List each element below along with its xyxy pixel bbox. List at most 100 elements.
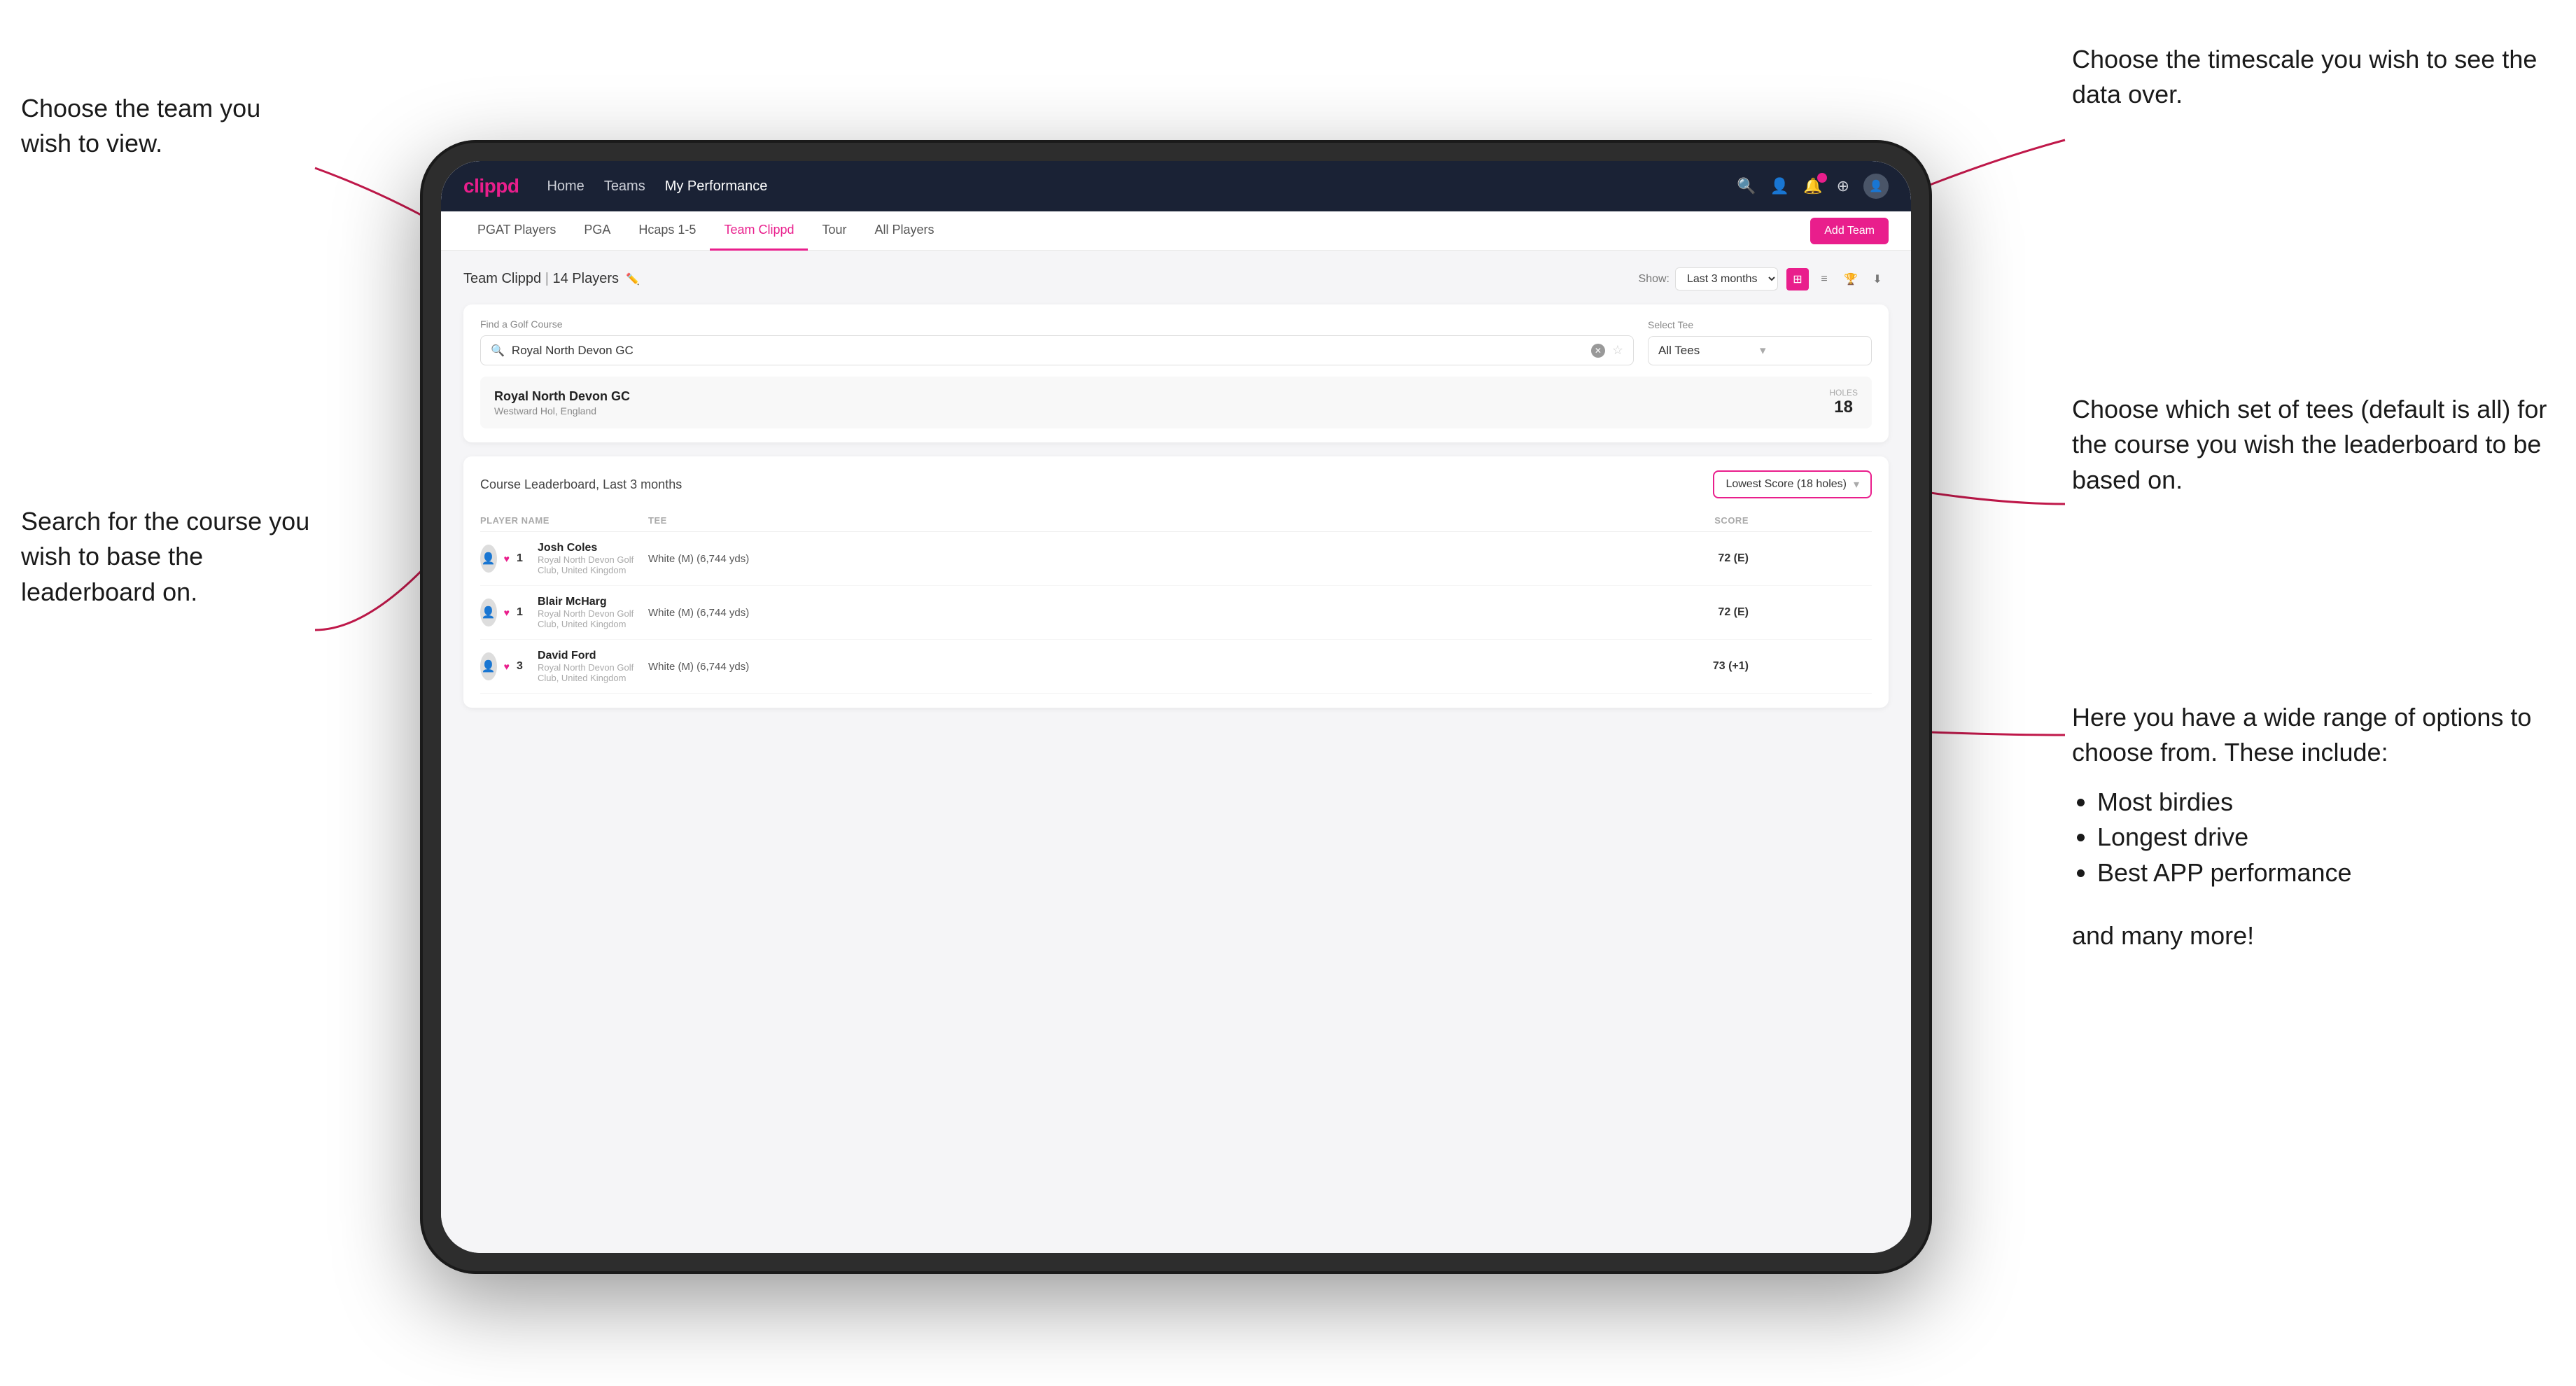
tee-cell-3: White (M) (6,744 yds) bbox=[648, 661, 1620, 673]
player-details-3: David Ford Royal North Devon Golf Club, … bbox=[538, 650, 648, 683]
sub-nav-tour[interactable]: Tour bbox=[808, 211, 860, 251]
holes-label: Holes bbox=[1829, 388, 1858, 398]
star-icon[interactable]: ☆ bbox=[1612, 343, 1623, 358]
search-icon-inner: 🔍 bbox=[491, 344, 505, 358]
settings-icon[interactable]: ⊕ bbox=[1837, 177, 1849, 195]
sub-nav-team-clippd[interactable]: Team Clippd bbox=[710, 211, 808, 251]
bullet-drive: Longest drive bbox=[2097, 820, 2534, 855]
holes-box: Holes 18 bbox=[1829, 388, 1858, 417]
list-view-icon[interactable]: ≡ bbox=[1813, 268, 1835, 290]
nav-my-performance[interactable]: My Performance bbox=[665, 178, 768, 195]
player-club-3: Royal North Devon Golf Club, United King… bbox=[538, 662, 648, 683]
search-section: Find a Golf Course 🔍 ✕ ☆ Select Tee bbox=[463, 304, 1889, 442]
player-details-1: Josh Coles Royal North Devon Golf Club, … bbox=[538, 542, 648, 575]
course-name: Royal North Devon GC bbox=[494, 389, 1829, 404]
heart-icon-1[interactable]: ♥ bbox=[504, 553, 510, 564]
leaderboard-table: PLAYER NAME TEE SCORE 👤 ♥ 1 bbox=[480, 510, 1872, 694]
leaderboard-title: Course Leaderboard, Last 3 months bbox=[480, 477, 682, 492]
grid-view-icon[interactable]: ⊞ bbox=[1786, 268, 1809, 290]
bell-icon[interactable]: 🔔 bbox=[1803, 177, 1822, 195]
table-row: 👤 ♥ 1 Josh Coles Royal North Devon Golf … bbox=[480, 532, 1872, 586]
leaderboard-section: Course Leaderboard, Last 3 months Lowest… bbox=[463, 456, 1889, 708]
ipad-inner: clippd Home Teams My Performance 🔍 👤 🔔 ⊕… bbox=[441, 161, 1911, 1253]
player-rank-2: 1 bbox=[517, 606, 531, 619]
course-search-input[interactable] bbox=[512, 344, 1584, 358]
trophy-icon[interactable]: 🏆 bbox=[1840, 268, 1862, 290]
download-icon[interactable]: ⬇ bbox=[1866, 268, 1889, 290]
person-icon[interactable]: 👤 bbox=[1770, 177, 1789, 195]
ipad-screen: clippd Home Teams My Performance 🔍 👤 🔔 ⊕… bbox=[441, 161, 1911, 1253]
tee-select-wrapper[interactable]: All Tees ▾ bbox=[1648, 336, 1872, 365]
course-search-col: Find a Golf Course 🔍 ✕ ☆ bbox=[480, 318, 1634, 365]
team-edit-icon[interactable]: ✏️ bbox=[626, 272, 640, 286]
annotation-top-left: Choose the team you wish to view. bbox=[21, 91, 301, 162]
score-chevron-icon: ▾ bbox=[1854, 477, 1859, 491]
table-row: 👤 ♥ 1 Blair McHarg Royal North Devon Gol… bbox=[480, 586, 1872, 640]
score-type-select[interactable]: Lowest Score (18 holes) ▾ bbox=[1713, 470, 1872, 498]
col-tee: TEE bbox=[648, 515, 1620, 526]
tee-label: Select Tee bbox=[1648, 319, 1872, 330]
course-info: Royal North Devon GC Westward Hol, Engla… bbox=[494, 389, 1829, 416]
ipad-frame: clippd Home Teams My Performance 🔍 👤 🔔 ⊕… bbox=[420, 140, 1932, 1274]
leaderboard-header: Course Leaderboard, Last 3 months Lowest… bbox=[480, 470, 1872, 498]
show-label: Show: bbox=[1639, 273, 1670, 286]
leaderboard-subtitle: Last 3 months bbox=[603, 477, 682, 491]
bullet-birdies: Most birdies bbox=[2097, 785, 2534, 820]
player-count: 14 Players bbox=[553, 271, 620, 286]
tee-cell-1: White (M) (6,744 yds) bbox=[648, 553, 1620, 565]
and-more-text: and many more! bbox=[2072, 918, 2534, 953]
course-location: Westward Hol, England bbox=[494, 405, 1829, 416]
annotation-tee-select: Choose which set of tees (default is all… bbox=[2072, 392, 2548, 498]
player-club-1: Royal North Devon Golf Club, United King… bbox=[538, 554, 648, 575]
sub-nav-all-players[interactable]: All Players bbox=[861, 211, 948, 251]
player-name-3: David Ford bbox=[538, 650, 648, 662]
holes-value: 18 bbox=[1829, 398, 1858, 417]
team-header-row: Team Clippd | 14 Players ✏️ Show: Last 3… bbox=[463, 267, 1889, 290]
bullet-app: Best APP performance bbox=[2097, 855, 2534, 890]
user-avatar[interactable]: 👤 bbox=[1863, 174, 1889, 199]
table-header: PLAYER NAME TEE SCORE bbox=[480, 510, 1872, 532]
view-icons: ⊞ ≡ 🏆 ⬇ bbox=[1786, 268, 1889, 290]
find-course-label: Find a Golf Course bbox=[480, 318, 1634, 330]
score-cell-2: 72 (E) bbox=[1620, 606, 1760, 619]
col-player-name: PLAYER NAME bbox=[480, 515, 648, 526]
player-rank-3: 3 bbox=[517, 660, 531, 673]
sub-nav-pga[interactable]: PGA bbox=[570, 211, 624, 251]
heart-icon-2[interactable]: ♥ bbox=[504, 607, 510, 618]
player-rank-1: 1 bbox=[517, 552, 531, 565]
player-cell-3: 👤 ♥ 3 David Ford Royal North Devon Golf … bbox=[480, 650, 648, 683]
nav-teams[interactable]: Teams bbox=[604, 178, 645, 195]
annotation-middle-left: Search for the course you wish to base t… bbox=[21, 504, 315, 610]
player-cell-2: 👤 ♥ 1 Blair McHarg Royal North Devon Gol… bbox=[480, 596, 648, 629]
search-icon[interactable]: 🔍 bbox=[1737, 177, 1756, 195]
nav-home[interactable]: Home bbox=[547, 178, 584, 195]
search-clear-button[interactable]: ✕ bbox=[1591, 344, 1605, 358]
score-option-label: Lowest Score (18 holes) bbox=[1726, 478, 1847, 491]
nav-links: Home Teams My Performance bbox=[547, 178, 767, 195]
time-period-select[interactable]: Last 3 months bbox=[1675, 267, 1778, 290]
player-name-2: Blair McHarg bbox=[538, 596, 648, 608]
app-logo: clippd bbox=[463, 175, 519, 197]
tee-select-col: Select Tee All Tees ▾ bbox=[1648, 319, 1872, 365]
add-team-button[interactable]: Add Team bbox=[1810, 218, 1889, 244]
annotation-options: Here you have a wide range of options to… bbox=[2072, 700, 2534, 953]
annotation-top-right: Choose the timescale you wish to see the… bbox=[2072, 42, 2548, 113]
sub-nav-pgat[interactable]: PGAT Players bbox=[463, 211, 570, 251]
heart-icon-3[interactable]: ♥ bbox=[504, 661, 510, 672]
tee-cell-2: White (M) (6,744 yds) bbox=[648, 607, 1620, 619]
col-score: SCORE bbox=[1620, 515, 1760, 526]
player-cell-1: 👤 ♥ 1 Josh Coles Royal North Devon Golf … bbox=[480, 542, 648, 575]
course-search-wrapper: 🔍 ✕ ☆ bbox=[480, 335, 1634, 365]
player-name-1: Josh Coles bbox=[538, 542, 648, 554]
player-avatar-2: 👤 bbox=[480, 598, 497, 626]
chevron-down-icon: ▾ bbox=[1760, 344, 1861, 358]
course-result: Royal North Devon GC Westward Hol, Engla… bbox=[480, 377, 1872, 428]
team-title: Team Clippd | 14 Players bbox=[463, 271, 619, 287]
notification-badge bbox=[1817, 173, 1827, 183]
nav-icons: 🔍 👤 🔔 ⊕ 👤 bbox=[1737, 174, 1889, 199]
score-cell-3: 73 (+1) bbox=[1620, 660, 1760, 673]
player-club-2: Royal North Devon Golf Club, United King… bbox=[538, 608, 648, 629]
main-content: Team Clippd | 14 Players ✏️ Show: Last 3… bbox=[441, 251, 1911, 1253]
player-avatar-1: 👤 bbox=[480, 545, 497, 573]
sub-nav-hcaps[interactable]: Hcaps 1-5 bbox=[624, 211, 710, 251]
